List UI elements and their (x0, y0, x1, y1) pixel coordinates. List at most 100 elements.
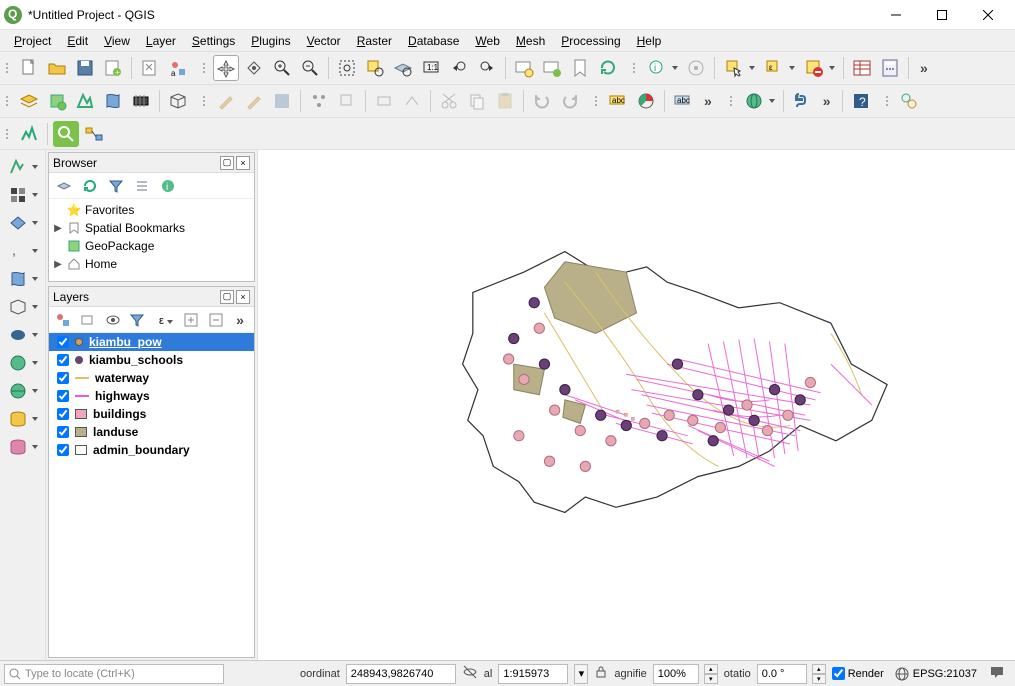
save-edits-icon[interactable] (269, 88, 295, 114)
layer-style-icon[interactable] (53, 309, 74, 331)
pan-to-selection-icon[interactable] (241, 55, 267, 81)
toggle-editing-icon[interactable] (241, 88, 267, 114)
open-attribute-table-icon[interactable] (849, 55, 875, 81)
menu-layer[interactable]: Layer (138, 32, 184, 50)
zoom-last-icon[interactable] (446, 55, 472, 81)
save-project-icon[interactable] (72, 55, 98, 81)
expand-all-icon[interactable] (181, 309, 202, 331)
toolbar-grip[interactable] (730, 89, 736, 113)
vertex-tool-icon[interactable] (399, 88, 425, 114)
add-spatialite-icon[interactable] (6, 266, 40, 292)
panel-undock-icon[interactable]: ▢ (220, 156, 234, 170)
messages-icon[interactable] (989, 664, 1005, 683)
toolbar-grip[interactable] (203, 56, 209, 80)
menu-view[interactable]: View (96, 32, 138, 50)
add-virtual-layer-icon[interactable] (6, 294, 40, 320)
new-memory-layer-icon[interactable] (128, 88, 154, 114)
refresh-icon[interactable] (79, 175, 101, 197)
layer-row-waterway[interactable]: waterway (49, 369, 254, 387)
layer-visibility-checkbox[interactable] (57, 354, 69, 366)
layer-visibility-checkbox[interactable] (57, 390, 69, 402)
select-by-value-icon[interactable]: ε (760, 55, 798, 81)
redo-icon[interactable] (557, 88, 583, 114)
zoom-native-icon[interactable]: 1:1 (418, 55, 444, 81)
add-wms-layer-icon[interactable] (6, 350, 40, 376)
filter-expression-icon[interactable]: ε (152, 309, 173, 331)
label-toolbar-icon[interactable]: abc (605, 88, 631, 114)
undo-icon[interactable] (529, 88, 555, 114)
menu-plugins[interactable]: Plugins (243, 32, 298, 50)
toolbar-overflow-icon[interactable]: » (914, 60, 934, 76)
new-shapefile-icon[interactable] (72, 88, 98, 114)
toolbar-grip[interactable] (595, 89, 601, 113)
deselect-icon[interactable] (800, 55, 838, 81)
processing-history-icon[interactable] (16, 121, 42, 147)
browser-item-home[interactable]: ▶ Home (53, 255, 250, 273)
collapse-all-icon[interactable] (131, 175, 153, 197)
locator-input[interactable]: Type to locate (Ctrl+K) (4, 664, 224, 684)
toolbar-overflow-icon[interactable]: » (698, 93, 718, 109)
menu-processing[interactable]: Processing (553, 32, 628, 50)
layer-visibility-checkbox[interactable] (57, 336, 69, 348)
help-icon[interactable]: ? (848, 88, 874, 114)
extents-icon[interactable] (462, 664, 478, 683)
menu-mesh[interactable]: Mesh (508, 32, 553, 50)
menu-project[interactable]: Project (6, 32, 59, 50)
new-spatialite-icon[interactable] (100, 88, 126, 114)
layer-row-landuse[interactable]: landuse (49, 423, 254, 441)
add-oracle-layer-icon[interactable] (6, 434, 40, 460)
select-features-icon[interactable] (720, 55, 758, 81)
cut-icon[interactable] (436, 88, 462, 114)
field-calculator-icon[interactable] (877, 55, 903, 81)
layer-row-kiambu_schools[interactable]: kiambu_schools (49, 351, 254, 369)
style-manager-icon[interactable]: a (165, 55, 191, 81)
toolbar-grip[interactable] (6, 122, 12, 146)
current-edits-icon[interactable] (213, 88, 239, 114)
diagram-icon[interactable] (633, 88, 659, 114)
layer-row-admin_boundary[interactable]: admin_boundary (49, 441, 254, 459)
add-delimited-text-icon[interactable]: , (6, 238, 40, 264)
topology-checker-icon[interactable] (896, 88, 922, 114)
layer-visibility-checkbox[interactable] (57, 444, 69, 456)
move-feature-icon[interactable] (334, 88, 360, 114)
zoom-next-icon[interactable] (474, 55, 500, 81)
new-virtual-layer-icon[interactable] (165, 88, 191, 114)
layer-row-highways[interactable]: highways (49, 387, 254, 405)
zoom-in-icon[interactable] (269, 55, 295, 81)
open-data-source-manager-icon[interactable] (16, 88, 42, 114)
toolbar-grip[interactable] (633, 56, 639, 80)
add-raster-layer-icon[interactable] (6, 182, 40, 208)
collapse-all-icon[interactable] (205, 309, 226, 331)
browser-tree[interactable]: ⭐ Favorites ▶ Spatial Bookmarks GeoPacka… (49, 199, 254, 275)
menu-database[interactable]: Database (400, 32, 467, 50)
add-layer-icon[interactable] (53, 175, 75, 197)
magnifier-spinner[interactable]: ▴▾ (704, 664, 718, 684)
rotation-spinner[interactable]: ▴▾ (812, 664, 826, 684)
add-group-icon[interactable] (78, 309, 99, 331)
layers-list[interactable]: kiambu_powkiambu_schoolswaterwayhighways… (49, 333, 254, 459)
magnifier-field[interactable]: 100% (653, 664, 699, 684)
close-button[interactable] (965, 0, 1011, 30)
menu-raster[interactable]: Raster (349, 32, 400, 50)
new-print-layout-icon[interactable]: + (100, 55, 126, 81)
add-mssql-layer-icon[interactable] (6, 406, 40, 432)
processing-model-icon[interactable] (81, 121, 107, 147)
panel-close-icon[interactable]: × (236, 156, 250, 170)
add-feature-icon[interactable] (306, 88, 332, 114)
pan-icon[interactable] (213, 55, 239, 81)
identify-icon[interactable]: i (643, 55, 681, 81)
browser-item-favorites[interactable]: ⭐ Favorites (53, 201, 250, 219)
toolbar-grip[interactable] (6, 89, 12, 113)
new-bookmark-icon[interactable] (567, 55, 593, 81)
layer-visibility-checkbox[interactable] (57, 372, 69, 384)
browser-item-geopackage[interactable]: GeoPackage (53, 237, 250, 255)
layer-visibility-icon[interactable] (102, 309, 123, 331)
copy-icon[interactable] (464, 88, 490, 114)
new-geopackage-icon[interactable] (44, 88, 70, 114)
layer-visibility-checkbox[interactable] (57, 408, 69, 420)
metasearch-icon[interactable] (740, 88, 778, 114)
new-map-view-icon[interactable] (511, 55, 537, 81)
menu-vector[interactable]: Vector (299, 32, 349, 50)
toolbar-grip[interactable] (203, 89, 209, 113)
zoom-full-icon[interactable] (334, 55, 360, 81)
